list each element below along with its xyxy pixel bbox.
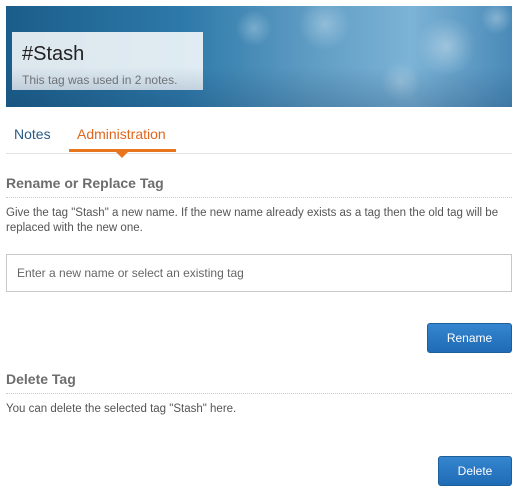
delete-description: You can delete the selected tag "Stash" … (6, 403, 237, 415)
tag-header-banner: #Stash This tag was used in 2 notes. (6, 6, 512, 107)
active-tab-caret-icon (116, 152, 128, 158)
delete-section-heading: Delete Tag (6, 371, 512, 394)
tag-title-box: #Stash This tag was used in 2 notes. (12, 32, 203, 90)
tab-bar: Notes Administration (6, 122, 512, 158)
tag-usage-count: This tag was used in 2 notes. (22, 73, 178, 87)
new-tag-name-input[interactable] (6, 254, 512, 292)
tab-notes[interactable]: Notes (14, 126, 51, 142)
rename-button[interactable]: Rename (427, 323, 512, 353)
delete-button[interactable]: Delete (438, 456, 512, 486)
rename-description: Give the tag "Stash" a new name. If the … (6, 207, 499, 234)
page-title: #Stash (22, 43, 85, 65)
rename-section-heading: Rename or Replace Tag (6, 175, 512, 198)
tab-administration[interactable]: Administration (77, 126, 166, 142)
